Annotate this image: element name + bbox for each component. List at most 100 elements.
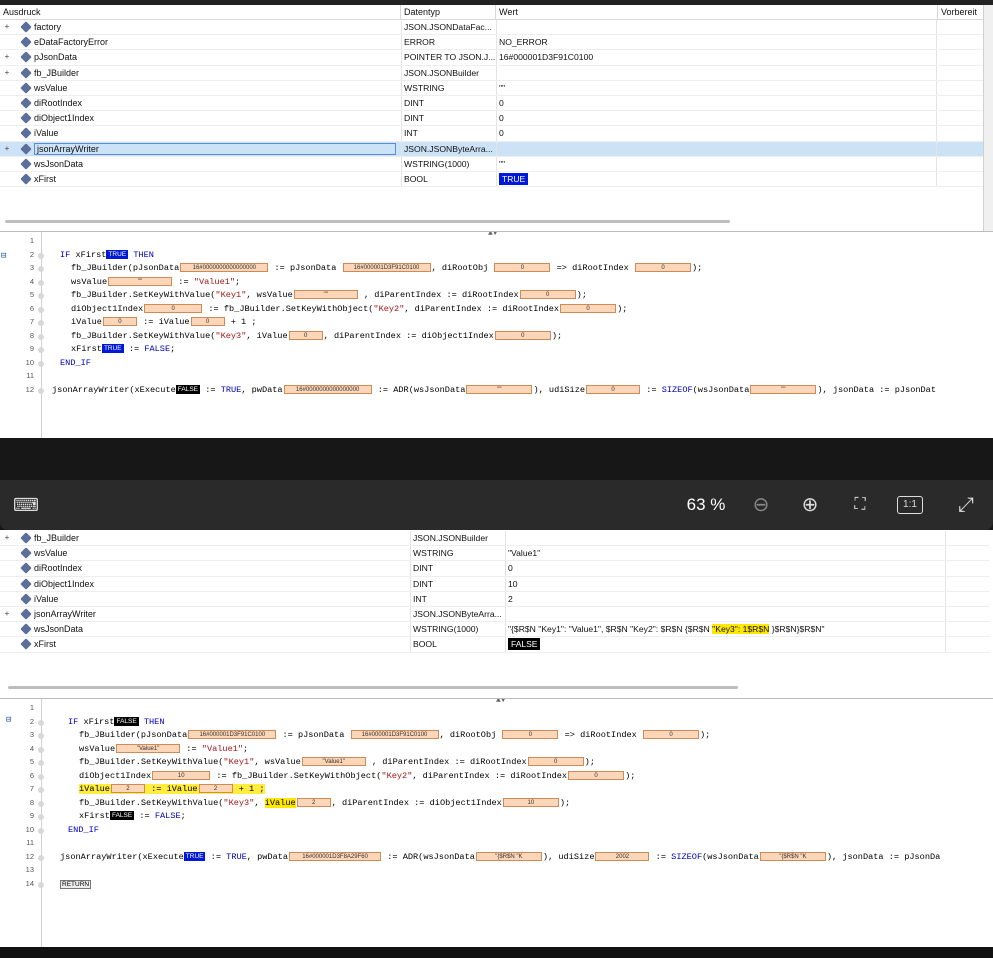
breakpoint-marker[interactable]	[38, 333, 44, 340]
breakpoint-marker[interactable]	[38, 760, 44, 766]
watch-row[interactable]: wsValue WSTRING ""	[0, 80, 983, 96]
code-line[interactable]: wsValue "" := "Value1";	[71, 277, 240, 287]
splitter-arrows[interactable]: ▲▼	[488, 232, 498, 238]
inline-value[interactable]: ""	[108, 276, 173, 286]
inline-value[interactable]: ""	[466, 384, 533, 394]
inline-value[interactable]: 0	[635, 263, 691, 273]
code-line[interactable]: END_IF	[68, 825, 99, 835]
code-line[interactable]: diObject1Index 10 := fb_JBuilder.SetKeyWi…	[79, 771, 635, 781]
inline-value[interactable]: 0	[288, 330, 323, 340]
watch-row[interactable]: iValue INT 2	[0, 591, 990, 607]
expand-toggle-icon[interactable]: +	[2, 52, 12, 62]
code-line[interactable]: jsonArrayWriter(xExecute FALSE := TRUE, p…	[52, 385, 936, 395]
col-datatype[interactable]: Datentyp	[401, 5, 496, 19]
breakpoint-marker[interactable]	[38, 320, 44, 326]
variable-value[interactable]: "Value1"	[508, 548, 938, 558]
inline-value[interactable]: 16#0000000000000000	[283, 384, 372, 394]
inline-value[interactable]: 2002	[595, 851, 650, 861]
inline-value[interactable]: 16#000001D3F91C0100	[188, 730, 277, 740]
expand-toggle-icon[interactable]: +	[2, 533, 12, 543]
inline-value[interactable]: 0	[102, 317, 137, 327]
watch-row[interactable]: + jsonArrayWriter JSON.JSONByteArra...	[0, 141, 983, 157]
watch-row[interactable]: xFirst BOOL FALSE	[0, 637, 990, 653]
code-line[interactable]: iValue 2 := iValue 2 + 1 ;	[79, 784, 265, 794]
inline-value[interactable]: 16#000001D3F91C0100	[350, 730, 439, 740]
variable-value[interactable]: TRUE	[499, 172, 529, 185]
zoom-in-icon[interactable]: ⊕	[797, 492, 823, 518]
expand-toggle-icon[interactable]: +	[2, 22, 12, 32]
code-line[interactable]: xFirst FALSE := FALSE;	[79, 811, 186, 821]
col-value[interactable]: Wert	[496, 5, 938, 19]
watch-row[interactable]: iValue INT 0	[0, 126, 983, 142]
expand-toggle-icon[interactable]: +	[2, 609, 12, 619]
inline-value[interactable]: 0	[586, 384, 641, 394]
inline-value[interactable]: 16#000001D3F91C0100	[342, 263, 431, 273]
breakpoint-marker[interactable]	[38, 814, 44, 820]
watch-row[interactable]: wsJsonData WSTRING(1000) ""	[0, 156, 983, 172]
variable-value[interactable]: NO_ERROR	[499, 37, 929, 47]
code-line[interactable]: fb_JBuilder(pJsonData 16#0000000000000000…	[71, 263, 702, 273]
code-line[interactable]: xFirst TRUE := FALSE;	[71, 344, 175, 354]
expand-toggle-icon[interactable]: +	[2, 68, 12, 78]
inline-value[interactable]: 0	[527, 757, 584, 767]
breakpoint-marker[interactable]	[38, 266, 44, 272]
code-editor-top[interactable]: ▲▼ ⊟ 1 2 3 4 5 6 7 8 9 10 11 12 IF xFirst TRUE THEN f…	[0, 231, 993, 438]
inline-value[interactable]: 0	[190, 317, 225, 327]
code-line[interactable]: fb_JBuilder.SetKeyWithValue("Key1", wsVa…	[71, 290, 587, 300]
breakpoint-marker[interactable]	[38, 827, 44, 834]
col-prepared[interactable]: Vorbereit	[938, 5, 983, 19]
watch-row[interactable]: diObject1Index DINT 10	[0, 576, 990, 592]
splitter-arrows-bottom[interactable]: ▲▼	[496, 699, 506, 705]
code-line[interactable]: wsValue "Value1" := "Value1";	[79, 744, 248, 754]
watch-row[interactable]: diRootIndex DINT 0	[0, 95, 983, 112]
variable-value[interactable]: FALSE	[508, 638, 541, 651]
watch-row[interactable]: + fb_JBuilder JSON.JSONBuilder	[0, 531, 990, 547]
inline-value[interactable]: 2	[110, 784, 145, 794]
variable-value[interactable]: 0	[508, 563, 938, 573]
return-marker[interactable]: RETURN	[60, 879, 92, 889]
breakpoint-marker[interactable]	[38, 854, 44, 861]
inline-value[interactable]: "{$R$N "K	[475, 851, 542, 861]
code-line[interactable]: fb_JBuilder(pJsonData 16#000001D3F91C0100…	[79, 730, 710, 740]
inline-value[interactable]: ""	[293, 290, 358, 300]
expand-toggle-icon[interactable]: +	[2, 144, 12, 154]
inline-value[interactable]: 0	[494, 330, 551, 340]
variable-value[interactable]: 2	[508, 594, 938, 604]
inline-value[interactable]: 0	[494, 263, 551, 273]
horizontal-scrollbar-bottom[interactable]	[8, 686, 738, 689]
inline-value[interactable]: 0	[560, 303, 617, 313]
code-line[interactable]: RETURN	[60, 879, 92, 889]
col-expression[interactable]: Ausdruck	[0, 5, 401, 19]
inline-value[interactable]: "Value1"	[301, 757, 366, 767]
watch-row[interactable]: wsValue WSTRING "Value1"	[0, 546, 990, 562]
inline-value[interactable]: 0	[643, 730, 699, 740]
code-line[interactable]: fb_JBuilder.SetKeyWithValue("Key3", iVal…	[79, 797, 570, 808]
inline-value[interactable]: 0	[519, 290, 576, 300]
expand-icon[interactable]: ⤢	[952, 492, 980, 518]
breakpoint-marker[interactable]	[38, 387, 44, 394]
code-line[interactable]: diObject1Index 0 := fb_JBuilder.SetKeyWit…	[71, 304, 627, 314]
breakpoint-marker[interactable]	[38, 773, 44, 780]
breakpoint-marker[interactable]	[38, 360, 44, 367]
keyboard-icon[interactable]: ⌨	[12, 492, 40, 518]
code-line[interactable]: jsonArrayWriter(xExecute TRUE := TRUE, pw…	[60, 852, 940, 862]
inline-value[interactable]: 16#000001D3F8A29F60	[289, 851, 382, 861]
inline-value[interactable]: 0	[568, 770, 625, 780]
watch-row[interactable]: wsJsonData WSTRING(1000) "{$R$N "Key1": "V…	[0, 622, 990, 638]
actual-size-icon[interactable]: 1:1	[897, 496, 923, 514]
inline-value[interactable]: 2	[198, 784, 233, 794]
code-line[interactable]: END_IF	[60, 358, 91, 368]
code-line[interactable]: fb_JBuilder.SetKeyWithValue("Key1", wsVa…	[79, 757, 595, 767]
breakpoint-marker[interactable]	[38, 279, 44, 286]
variable-value[interactable]: 16#000001D3F91C0100	[499, 52, 929, 62]
breakpoint-marker[interactable]	[38, 746, 44, 753]
code-line[interactable]: fb_JBuilder.SetKeyWithValue("Key3", iVal…	[71, 331, 562, 341]
code-line[interactable]: IF xFirst FALSE THEN	[68, 717, 165, 727]
variable-value[interactable]: 0	[499, 128, 929, 138]
inline-value[interactable]: 0	[144, 303, 203, 313]
watch-row[interactable]: + fb_JBuilder JSON.JSONBuilder	[0, 65, 983, 81]
breakpoint-marker[interactable]	[38, 881, 44, 888]
inline-value[interactable]: 16#0000000000000000	[180, 263, 269, 273]
vertical-scrollbar[interactable]	[983, 5, 993, 231]
watch-row[interactable]: diRootIndex DINT 0	[0, 561, 990, 577]
